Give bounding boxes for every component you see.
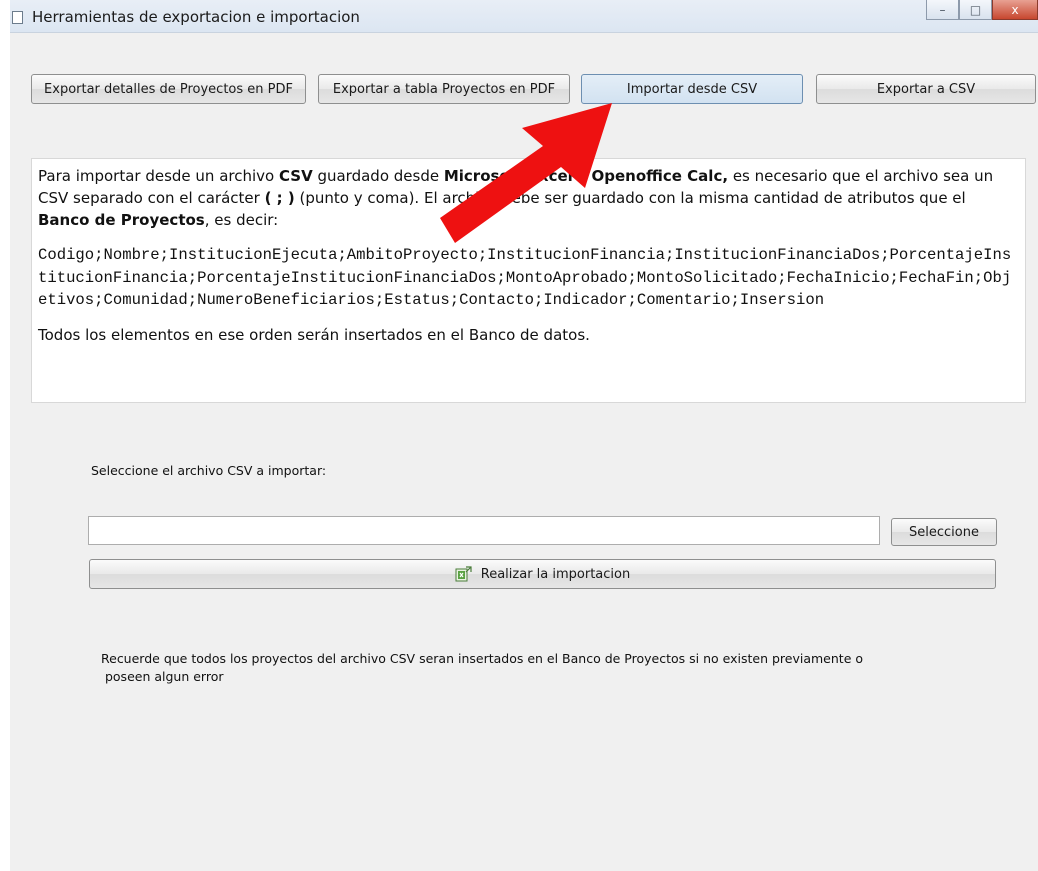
- separator-char: ( ; ): [264, 189, 295, 207]
- import-note-line: poseen algun error: [101, 669, 224, 684]
- import-note-line: Recuerde que todos los proyectos del arc…: [101, 651, 863, 666]
- instructions-text: (punto y coma). El archivo debe ser guar…: [294, 189, 966, 207]
- close-button[interactable]: x: [992, 0, 1038, 20]
- run-import-label: Realizar la importacion: [480, 566, 631, 582]
- instructions-panel: Para importar desde un archivo CSV guard…: [31, 158, 1026, 403]
- import-note: Recuerde que todos los proyectos del arc…: [101, 650, 863, 686]
- csv-keyword: CSV: [278, 167, 313, 185]
- export-csv-button[interactable]: Exportar a CSV: [816, 74, 1036, 104]
- window-controls: – □ x: [926, 0, 1038, 22]
- field-list: Codigo;Nombre;InstitucionEjecuta;AmbitoP…: [38, 246, 1012, 309]
- instructions-paragraph: Para importar desde un archivo CSV guard…: [38, 165, 1019, 231]
- order-note: Todos los elementos en ese orden serán i…: [38, 325, 590, 344]
- spreadsheet-import-icon: [455, 566, 472, 582]
- run-import-button[interactable]: Realizar la importacion: [89, 559, 996, 589]
- minimize-button[interactable]: –: [926, 0, 959, 20]
- banco-keyword: Banco de Proyectos: [38, 211, 205, 229]
- instructions-text: Para importar desde un archivo: [38, 167, 279, 185]
- export-pdf-table-button[interactable]: Exportar a tabla Proyectos en PDF: [318, 74, 570, 104]
- maximize-button[interactable]: □: [959, 0, 992, 20]
- file-path-input[interactable]: [88, 516, 880, 545]
- window-title: Herramientas de exportacion e importacio…: [32, 8, 360, 26]
- tools-window: Herramientas de exportacion e importacio…: [10, 0, 1038, 871]
- app-icon: [12, 11, 23, 24]
- instructions-text: , es decir:: [204, 211, 279, 229]
- instructions-text: o: [572, 167, 592, 185]
- title-bar: Herramientas de exportacion e importacio…: [10, 0, 1038, 33]
- instructions-text: guardado desde: [312, 167, 444, 185]
- excel-keyword: Microsoft Excel: [443, 167, 573, 185]
- select-file-label: Seleccione el archivo CSV a importar:: [91, 463, 327, 478]
- export-pdf-details-button[interactable]: Exportar detalles de Proyectos en PDF: [31, 74, 306, 104]
- select-file-button[interactable]: Seleccione: [891, 518, 997, 546]
- import-csv-button[interactable]: Importar desde CSV: [581, 74, 803, 104]
- calc-keyword: Openoffice Calc,: [591, 167, 729, 185]
